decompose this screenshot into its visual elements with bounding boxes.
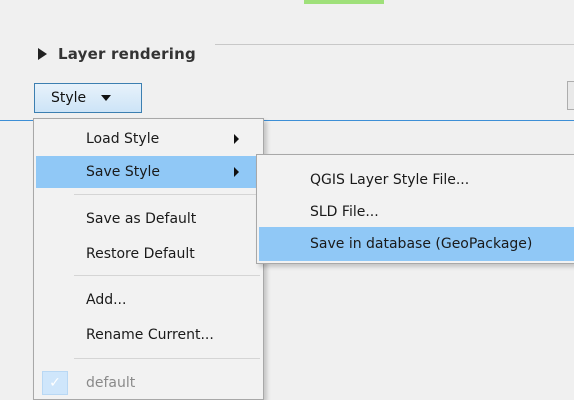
- submenu-item-label: Save in database (GeoPackage): [310, 236, 533, 252]
- collapse-arrow-icon[interactable]: [38, 48, 47, 60]
- menu-item-default-style: ✓ default: [36, 367, 261, 399]
- layer-rendering-group-header[interactable]: Layer rendering: [38, 42, 196, 66]
- menu-item-label: Save as Default: [86, 211, 197, 227]
- chevron-down-icon: [101, 95, 112, 101]
- menu-item-label: Save Style: [86, 164, 160, 180]
- menu-item-label: Add...: [86, 292, 127, 308]
- menu-item-label: Restore Default: [86, 246, 195, 262]
- menu-item-label: Rename Current...: [86, 327, 214, 343]
- qgis-layer-properties-panel: Layer rendering Style Load Style Save St…: [0, 0, 574, 400]
- submenu-arrow-icon: [234, 167, 239, 177]
- menu-separator: [74, 194, 260, 195]
- submenu-item-label: QGIS Layer Style File...: [310, 172, 470, 188]
- submenu-arrow-icon: [234, 134, 239, 144]
- submenu-item-label: SLD File...: [310, 204, 379, 220]
- active-tab-indicator: [304, 0, 384, 4]
- menu-separator: [74, 275, 260, 276]
- menu-item-label: default: [86, 375, 136, 391]
- menu-item-label: Load Style: [86, 131, 160, 147]
- style-menu: Load Style Save Style Save as Default Re…: [33, 118, 264, 400]
- menu-item-add[interactable]: Add...: [36, 284, 261, 316]
- group-divider: [215, 44, 574, 45]
- style-button-label: Style: [51, 90, 87, 106]
- menu-item-restore-default[interactable]: Restore Default: [36, 238, 261, 270]
- menu-item-load-style[interactable]: Load Style: [36, 123, 261, 155]
- checkmark-icon: ✓: [42, 371, 68, 395]
- menu-separator: [74, 358, 260, 359]
- save-style-submenu: QGIS Layer Style File... SLD File... Sav…: [256, 154, 574, 264]
- submenu-item-qgis-layer-style-file[interactable]: QGIS Layer Style File...: [259, 163, 574, 197]
- style-dropdown-button[interactable]: Style: [34, 83, 142, 113]
- menu-item-save-style[interactable]: Save Style: [36, 156, 261, 188]
- menu-item-rename-current[interactable]: Rename Current...: [36, 319, 261, 351]
- partial-button[interactable]: [567, 81, 574, 110]
- menu-item-save-as-default[interactable]: Save as Default: [36, 203, 261, 235]
- group-title: Layer rendering: [58, 45, 196, 63]
- submenu-item-sld-file[interactable]: SLD File...: [259, 195, 574, 229]
- submenu-item-save-in-database[interactable]: Save in database (GeoPackage): [259, 227, 574, 261]
